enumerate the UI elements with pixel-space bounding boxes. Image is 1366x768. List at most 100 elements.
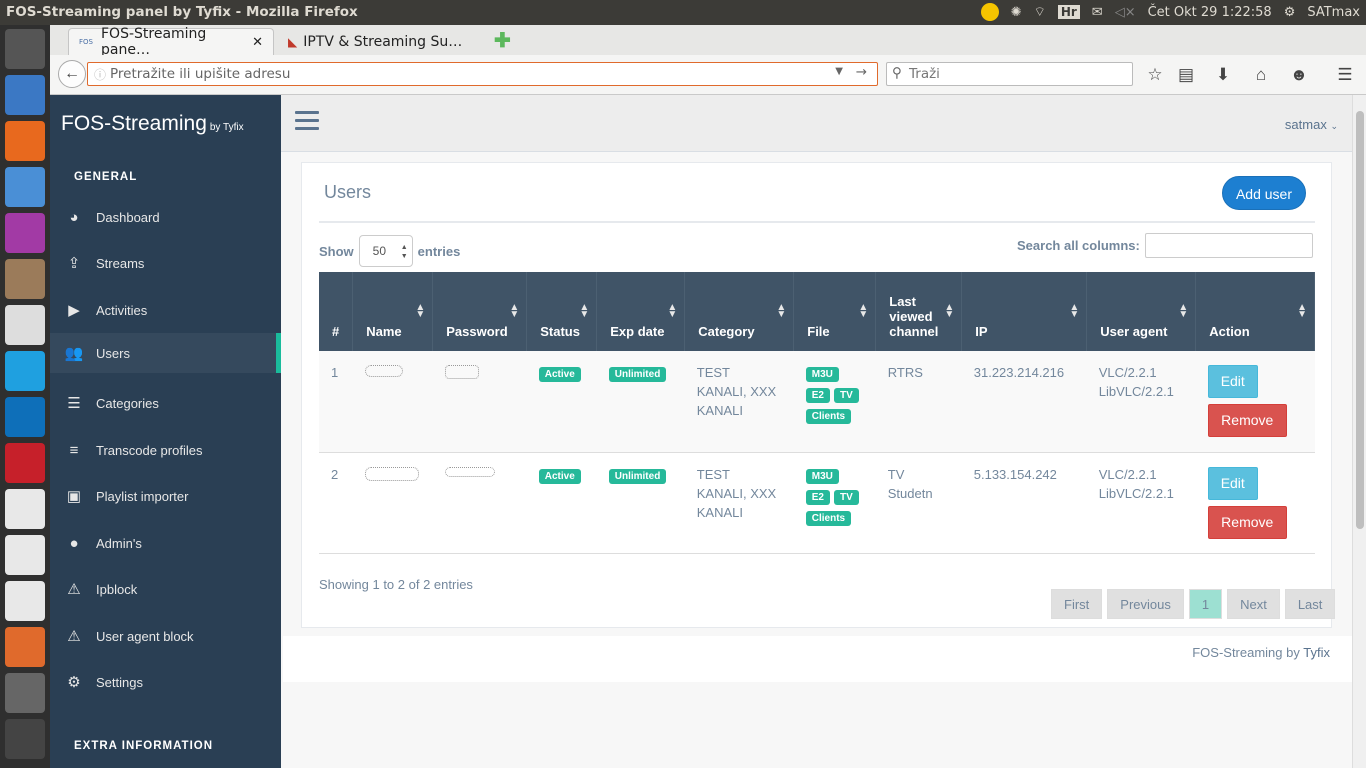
upload-icon: ⇪ <box>67 255 81 272</box>
page-1-button[interactable]: 1 <box>1188 589 1223 619</box>
notification-icon[interactable] <box>980 3 999 21</box>
column-header[interactable]: Status ▲ ▼ <box>526 272 598 351</box>
reading-list-icon[interactable]: ▤ <box>1175 64 1197 86</box>
chromium-icon[interactable] <box>5 167 45 207</box>
files-icon[interactable] <box>5 259 45 299</box>
edit-button[interactable]: Edit <box>1207 466 1258 500</box>
go-arrow-icon[interactable]: → <box>856 64 867 80</box>
entries-select[interactable]: 50 ▲ ▼ <box>358 235 413 267</box>
menu-toggle-icon[interactable] <box>295 111 319 135</box>
column-header[interactable]: Action ▲ ▼ <box>1195 272 1315 351</box>
scrollbar-thumb[interactable] <box>1356 111 1364 529</box>
mail-icon[interactable]: ✉ <box>1092 5 1103 20</box>
chat-icon[interactable]: ☻ <box>1288 64 1310 86</box>
wifi-icon[interactable]: ⌔ <box>1034 4 1046 20</box>
show-label: Show <box>319 243 354 259</box>
m3u-link[interactable]: M3U <box>805 468 839 484</box>
thunderbird-icon[interactable] <box>5 75 45 115</box>
sidebar-item-dashboard[interactable]: ◕ Dashboard <box>50 197 281 237</box>
column-header[interactable]: Name ▲ ▼ <box>352 272 434 351</box>
home-icon[interactable]: ⌂ <box>1250 64 1272 86</box>
text-editor-icon[interactable] <box>5 305 45 345</box>
tv-link[interactable]: TV <box>833 489 859 505</box>
sidebar-item-ipblock[interactable]: ⚠ Ipblock <box>50 569 281 609</box>
firefox-icon[interactable] <box>5 121 45 161</box>
url-bar[interactable]: ⓘ Pretražite ili upišite adresu ▼ → <box>87 62 878 86</box>
sidebar-item-label: Transcode profiles <box>96 442 203 458</box>
bookmark-star-icon[interactable]: ☆ <box>1144 64 1166 86</box>
column-header[interactable]: File ▲ ▼ <box>793 272 877 351</box>
system-settings-icon[interactable] <box>5 673 45 713</box>
remove-button[interactable]: Remove <box>1207 404 1287 437</box>
app-icon[interactable] <box>5 213 45 253</box>
column-header[interactable]: Category ▲ ▼ <box>684 272 795 351</box>
top-nav: satmax ⌄ <box>281 95 1352 152</box>
e2-link[interactable]: E2 <box>805 489 830 505</box>
close-icon[interactable]: ✕ <box>252 35 263 50</box>
sidebar-item-activities[interactable]: ▶ Activities <box>50 290 281 330</box>
name-cell <box>352 351 433 453</box>
dash-home-icon[interactable] <box>5 29 45 69</box>
column-header[interactable]: # <box>319 272 354 351</box>
sidebar-item-categories[interactable]: ☰ Categories <box>50 383 281 423</box>
column-header[interactable]: Exp date ▲ ▼ <box>596 272 686 351</box>
row-number: 1 <box>319 351 353 453</box>
user-menu[interactable]: satmax ⌄ <box>1285 117 1338 132</box>
tv-link[interactable]: TV <box>833 388 859 403</box>
brand[interactable]: FOS-Streaming by Tyfix <box>61 112 244 136</box>
launcher <box>0 25 50 768</box>
footer-link[interactable]: Tyfix <box>1303 645 1330 660</box>
column-header[interactable]: IP ▲ ▼ <box>961 272 1088 351</box>
add-user-button[interactable]: Add user <box>1222 176 1306 210</box>
navigation-bar: ← ⓘ Pretražite ili upišite adresu ▼ → ⚲ … <box>50 55 1366 95</box>
remove-button[interactable]: Remove <box>1207 505 1287 539</box>
sidebar-item-settings[interactable]: ⚙ Settings <box>50 662 281 702</box>
page-first-button[interactable]: First <box>1051 589 1103 619</box>
workspace-switcher-icon[interactable] <box>5 719 45 759</box>
page-last-button[interactable]: Last <box>1284 589 1336 619</box>
sidebar-item-user-agent-block[interactable]: ⚠ User agent block <box>50 616 281 656</box>
sidebar-item-playlist-importer[interactable]: ▣ Playlist importer <box>50 476 281 516</box>
page-scrollbar[interactable] <box>1352 95 1366 768</box>
column-header[interactable]: Password ▲ ▼ <box>432 272 528 351</box>
sidebar-item-users[interactable]: 👥 Users <box>50 333 281 373</box>
divider <box>319 221 1315 223</box>
impress-icon[interactable] <box>5 581 45 621</box>
e2-link[interactable]: E2 <box>805 388 830 403</box>
download-icon[interactable]: ⬇ <box>1212 64 1234 86</box>
sidebar-item-streams[interactable]: ⇪ Streams <box>50 243 281 283</box>
volume-muted-icon[interactable]: ◁× <box>1115 5 1136 20</box>
back-button[interactable]: ← <box>58 60 86 88</box>
writer-icon[interactable] <box>5 489 45 529</box>
session-user[interactable]: SATmax <box>1307 5 1360 20</box>
username: satmax <box>1284 117 1327 132</box>
gear-icon[interactable]: ⚙ <box>1284 5 1296 20</box>
skype-icon[interactable] <box>5 351 45 391</box>
menu-icon[interactable]: ☰ <box>1334 64 1356 86</box>
table-row: 1 Active Unlimited TEST KANALI, XXX KANA… <box>319 351 1315 453</box>
clock[interactable]: Čet Okt 29 1:22:58 <box>1148 5 1272 20</box>
page-previous-button[interactable]: Previous <box>1107 589 1184 619</box>
search-bar[interactable]: ⚲ Traži <box>886 62 1133 86</box>
antivirus-icon[interactable] <box>5 443 45 483</box>
search-input[interactable] <box>1144 233 1313 258</box>
tab-fos-streaming[interactable]: FOS FOS-Streaming pane… ✕ <box>68 26 274 58</box>
m3u-link[interactable]: M3U <box>805 367 839 382</box>
tab-iptv[interactable]: ◣ IPTV & Streaming Su… <box>278 28 486 55</box>
sidebar-item-admins[interactable]: ● Admin's <box>50 523 281 563</box>
clients-link[interactable]: Clients <box>805 510 852 526</box>
software-center-icon[interactable] <box>5 627 45 667</box>
sync-icon[interactable]: ✺ <box>1011 5 1022 20</box>
edit-button[interactable]: Edit <box>1207 365 1258 398</box>
teamviewer-icon[interactable] <box>5 397 45 437</box>
keyboard-layout-indicator[interactable]: Hr <box>1057 5 1080 19</box>
calc-icon[interactable] <box>5 535 45 575</box>
column-header[interactable]: User agent ▲ ▼ <box>1086 272 1197 351</box>
new-tab-icon[interactable]: ✚ <box>494 28 511 53</box>
play-icon: ▶ <box>68 302 80 319</box>
dropdown-icon[interactable]: ▼ <box>835 66 843 77</box>
sidebar-item-transcode-profiles[interactable]: ≡ Transcode profiles <box>50 430 281 470</box>
clients-link[interactable]: Clients <box>805 409 852 424</box>
column-header[interactable]: Last viewed channel ▲ ▼ <box>875 272 963 351</box>
page-next-button[interactable]: Next <box>1227 589 1280 619</box>
